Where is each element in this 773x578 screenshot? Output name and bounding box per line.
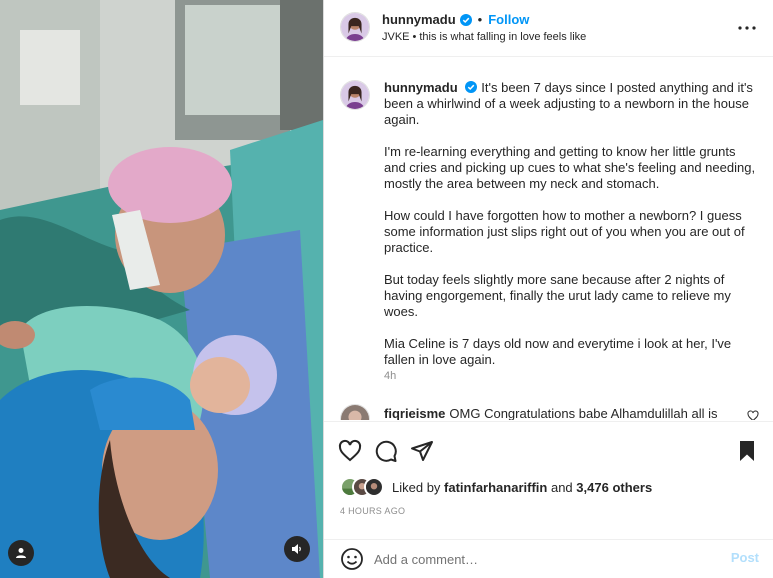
caption-time[interactable]: 4h: [384, 370, 396, 382]
likes-count[interactable]: 3,476 others: [576, 480, 652, 495]
header-username[interactable]: hunnymadu: [382, 12, 456, 27]
emoji-icon[interactable]: [340, 547, 364, 571]
speaker-icon[interactable]: [284, 536, 310, 562]
audio-separator: •: [412, 31, 417, 43]
verified-badge-icon: [465, 81, 478, 93]
liker-avatars: [340, 477, 386, 497]
comment-bubble-icon[interactable]: [374, 439, 398, 463]
comment-avatar[interactable]: [340, 404, 370, 420]
post-media[interactable]: [0, 0, 323, 578]
caption-username[interactable]: hunnymadu: [384, 80, 458, 95]
audio-attribution[interactable]: JVKE • this is what falling in love feels …: [382, 31, 586, 43]
user-tag-icon[interactable]: [8, 540, 34, 566]
caption-paragraph: But today feels slightly more sane becau…: [384, 272, 731, 319]
more-horizontal-icon[interactable]: [735, 16, 759, 40]
caption-avatar[interactable]: [340, 80, 370, 110]
post-detail-panel: hunnymadu • Follow JVKE • this is what fal…: [324, 0, 773, 578]
caption-paragraph: How could I have forgotten how to mother…: [384, 208, 745, 255]
heart-icon[interactable]: [338, 439, 362, 463]
caption: hunnymadu It's been 7 days since I poste…: [384, 80, 759, 384]
caption-paragraph: hunnymadu It's been 7 days since I poste…: [384, 80, 759, 128]
comment-item: fiqrieisme OMG Congratulations babe Alham…: [324, 404, 773, 420]
likes-and: and: [550, 479, 573, 495]
verified-badge-icon: [459, 13, 472, 26]
caption-paragraph: Mia Celine is 7 days old now and everyti…: [384, 336, 732, 367]
header-separator: •: [477, 12, 483, 27]
follow-button[interactable]: Follow: [488, 12, 529, 27]
comment-text: fiqrieisme OMG Congratulations babe Alham…: [384, 406, 718, 420]
comments-area[interactable]: hunnymadu It's been 7 days since I poste…: [324, 58, 773, 420]
likes-summary[interactable]: Liked by fatinfarhanariffin and 3,476 ot…: [340, 477, 652, 497]
comment-input[interactable]: [374, 548, 704, 570]
liker-username[interactable]: fatinfarhanariffin: [444, 480, 547, 495]
post-header: hunnymadu • Follow JVKE • this is what fal…: [324, 0, 773, 57]
likes-prefix: Liked by: [392, 479, 441, 495]
caption-paragraph: I'm re-learning everything and getting t…: [384, 144, 756, 191]
avatar: [364, 477, 384, 497]
header-user-line: hunnymadu • Follow: [382, 12, 529, 27]
audio-artist: JVKE: [382, 31, 410, 43]
post-photo: [0, 0, 323, 578]
bookmark-icon[interactable]: [735, 439, 759, 463]
avatar[interactable]: [340, 12, 370, 42]
add-comment-bar: Post: [324, 539, 773, 578]
audio-title: this is what falling in love feels like: [419, 31, 587, 43]
post-comment-button[interactable]: Post: [731, 550, 759, 565]
comment-username[interactable]: fiqrieisme: [384, 406, 445, 420]
paper-plane-icon[interactable]: [410, 439, 434, 463]
comment-body: OMG Congratulations babe Alhamdulillah a…: [449, 406, 718, 420]
action-bar: Liked by fatinfarhanariffin and 3,476 ot…: [324, 421, 773, 539]
comment-heart-icon[interactable]: [747, 410, 759, 420]
post-timestamp[interactable]: 4 HOURS AGO: [340, 506, 405, 516]
